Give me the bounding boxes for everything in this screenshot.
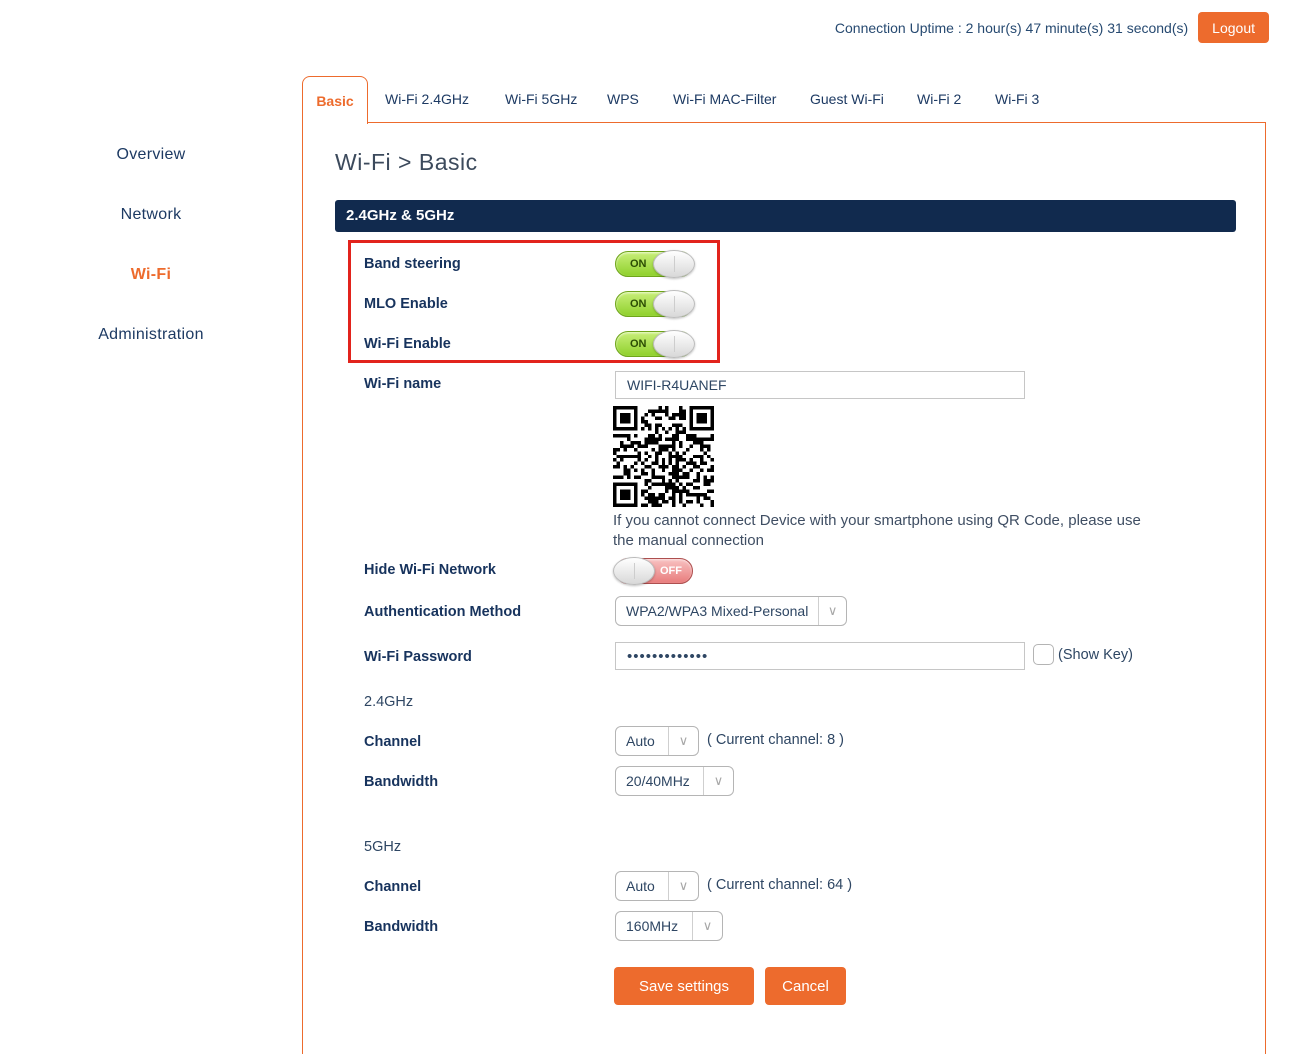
channel-24-select[interactable]: Auto ∨: [615, 726, 699, 756]
toggle-knob: [613, 557, 655, 585]
wifi-name-input[interactable]: [615, 371, 1025, 399]
show-key-label: (Show Key): [1058, 647, 1133, 663]
tab-wifi-mac-filter[interactable]: Wi-Fi MAC-Filter: [673, 76, 776, 122]
bandwidth-24-value: 20/40MHz: [616, 773, 703, 789]
sidebar-item-overview[interactable]: Overview: [0, 146, 302, 164]
auth-method-select[interactable]: WPA2/WPA3 Mixed-Personal ∨: [615, 596, 847, 626]
toggle-state-text: OFF: [660, 565, 682, 577]
topbar: Connection Uptime : 2 hour(s) 47 minute(…: [835, 12, 1269, 43]
page-title: Wi-Fi > Basic: [335, 149, 478, 176]
tab-wifi-24ghz[interactable]: Wi-Fi 2.4GHz: [385, 76, 469, 122]
auth-method-value: WPA2/WPA3 Mixed-Personal: [616, 603, 818, 619]
band-steering-label: Band steering: [364, 256, 461, 272]
channel-5-select[interactable]: Auto ∨: [615, 871, 699, 901]
form-actions: Save settings Cancel: [614, 967, 846, 1005]
tab-wps[interactable]: WPS: [607, 76, 639, 122]
router-admin-screen: Connection Uptime : 2 hour(s) 47 minute(…: [0, 0, 1298, 1054]
toggle-state-text: ON: [630, 298, 647, 310]
bandwidth-5-label: Bandwidth: [364, 919, 438, 935]
hide-network-toggle[interactable]: OFF: [615, 558, 693, 584]
save-settings-button[interactable]: Save settings: [614, 967, 754, 1005]
tab-wifi-3[interactable]: Wi-Fi 3: [995, 76, 1039, 122]
toggle-state-text: ON: [630, 258, 647, 270]
channel-24-label: Channel: [364, 734, 421, 750]
tab-wifi-5ghz[interactable]: Wi-Fi 5GHz: [505, 76, 577, 122]
band-5ghz-heading: 5GHz: [364, 839, 401, 855]
bandwidth-5-value: 160MHz: [616, 918, 692, 934]
sidebar-item-wifi[interactable]: Wi-Fi: [0, 266, 302, 284]
bandwidth-5-select[interactable]: 160MHz ∨: [615, 911, 723, 941]
qr-instruction-text: If you cannot connect Device with your s…: [613, 511, 1165, 551]
band-steering-row: Band steering ON: [364, 251, 710, 277]
channel-24-value: Auto: [616, 733, 668, 749]
current-channel-5-text: ( Current channel: 64 ): [707, 877, 852, 893]
channel-5-value: Auto: [616, 878, 668, 894]
toggle-state-text: ON: [630, 338, 647, 350]
band-24ghz-heading: 2.4GHz: [364, 694, 413, 710]
wifi-enable-label: Wi-Fi Enable: [364, 336, 451, 352]
wifi-enable-row: Wi-Fi Enable ON: [364, 331, 710, 357]
wifi-qr-code: [613, 406, 714, 507]
cancel-button[interactable]: Cancel: [765, 967, 846, 1005]
tab-basic[interactable]: Basic: [302, 76, 368, 124]
bandwidth-24-label: Bandwidth: [364, 774, 438, 790]
sidebar-item-administration[interactable]: Administration: [0, 326, 302, 344]
mlo-enable-row: MLO Enable ON: [364, 291, 710, 317]
tab-guest-wifi[interactable]: Guest Wi-Fi: [810, 76, 884, 122]
chevron-down-icon: ∨: [818, 597, 846, 625]
connection-uptime-text: Connection Uptime : 2 hour(s) 47 minute(…: [835, 20, 1188, 36]
bandwidth-24-select[interactable]: 20/40MHz ∨: [615, 766, 734, 796]
toggle-knob: [653, 290, 695, 318]
chevron-down-icon: ∨: [703, 767, 733, 795]
sidebar: Overview Network Wi-Fi Administration: [0, 0, 302, 1054]
chevron-down-icon: ∨: [692, 912, 722, 940]
section-header-bar: 2.4GHz & 5GHz: [335, 200, 1236, 232]
chevron-down-icon: ∨: [668, 872, 698, 900]
mlo-enable-label: MLO Enable: [364, 296, 448, 312]
chevron-down-icon: ∨: [668, 727, 698, 755]
toggle-knob: [653, 250, 695, 278]
toggle-knob: [653, 330, 695, 358]
band-steering-toggle[interactable]: ON: [615, 251, 693, 277]
hide-network-label: Hide Wi-Fi Network: [364, 562, 496, 578]
wifi-name-label: Wi-Fi name: [364, 376, 441, 392]
tab-wifi-2[interactable]: Wi-Fi 2: [917, 76, 961, 122]
wifi-password-input[interactable]: [615, 642, 1025, 670]
wifi-enable-toggle[interactable]: ON: [615, 331, 693, 357]
wifi-password-label: Wi-Fi Password: [364, 649, 472, 665]
show-key-checkbox[interactable]: [1033, 644, 1054, 665]
highlighted-toggle-group: Band steering ON MLO Enable ON Wi-Fi Ena…: [348, 240, 720, 363]
auth-method-label: Authentication Method: [364, 604, 521, 620]
logout-button[interactable]: Logout: [1198, 12, 1269, 43]
mlo-enable-toggle[interactable]: ON: [615, 291, 693, 317]
content-panel: Wi-Fi > Basic 2.4GHz & 5GHz Band steerin…: [302, 122, 1266, 1054]
current-channel-24-text: ( Current channel: 8 ): [707, 732, 844, 748]
sidebar-item-network[interactable]: Network: [0, 206, 302, 224]
channel-5-label: Channel: [364, 879, 421, 895]
